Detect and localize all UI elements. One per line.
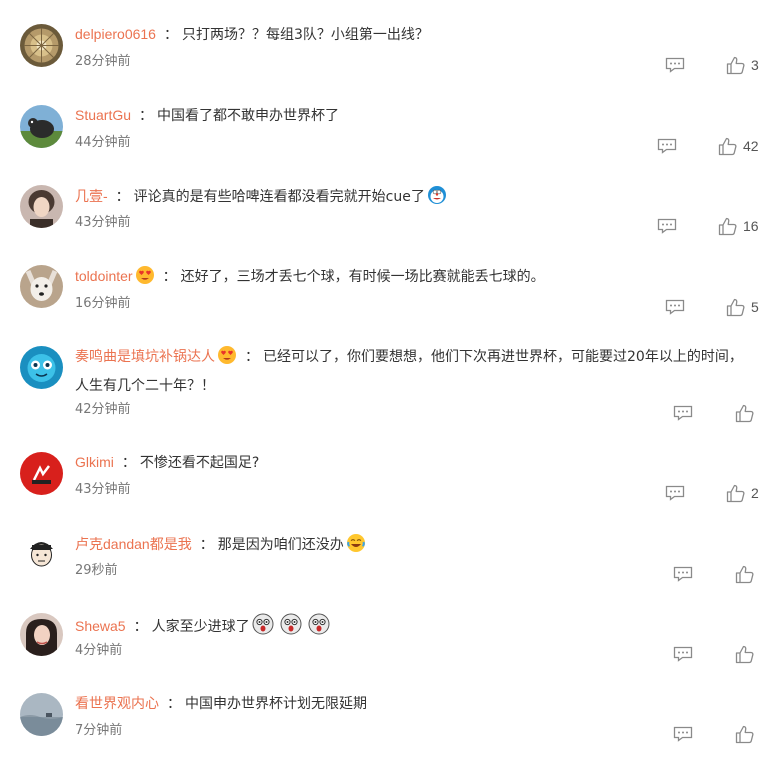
separator: ：	[115, 189, 130, 205]
timestamp: 43分钟前	[75, 215, 131, 230]
timestamp: 44分钟前	[75, 135, 131, 150]
timestamp: 29秒前	[75, 563, 118, 578]
thumbs-up-icon	[735, 725, 754, 743]
shocked-face-emoji	[308, 613, 330, 641]
username-link[interactable]: StuartGu	[75, 107, 131, 123]
like-button[interactable]	[735, 403, 754, 423]
timestamp: 4分钟前	[75, 643, 123, 658]
username-link[interactable]: 看世界观内心	[75, 695, 159, 711]
thumbs-up-icon	[726, 484, 745, 502]
timestamp: 42分钟前	[75, 402, 131, 417]
avatar[interactable]	[20, 693, 63, 736]
reply-icon[interactable]	[657, 138, 677, 154]
like-button[interactable]	[735, 564, 754, 584]
avatar[interactable]	[20, 452, 63, 495]
like-button[interactable]: 5	[726, 297, 759, 317]
thumbs-up-icon	[735, 645, 754, 663]
avatar[interactable]	[20, 185, 63, 228]
reply-icon[interactable]	[665, 57, 685, 73]
comment-item: Glkimi ：不惨还看不起国足? 43分钟前 2	[0, 428, 779, 508]
thumbs-up-icon	[735, 404, 754, 422]
reply-icon[interactable]	[665, 299, 685, 315]
like-count: 2	[751, 485, 759, 501]
like-count: 5	[751, 299, 759, 315]
like-button[interactable]: 42	[718, 136, 759, 156]
username-link[interactable]: toldointer	[75, 268, 133, 284]
reply-icon[interactable]	[673, 566, 693, 582]
like-count: 3	[751, 57, 759, 73]
comment-item: 几壹- ：评论真的是有些哈啤连看都没看完就开始cue了 43分钟前 16	[0, 161, 779, 241]
comment-text: 评论真的是有些哈啤连看都没看完就开始cue了	[133, 189, 425, 205]
timestamp: 7分钟前	[75, 723, 123, 738]
comment-item: 卢克dandan都是我 ：那是因为咱们还没办 29秒前	[0, 508, 779, 589]
comment-text: 那是因为咱们还没办	[217, 537, 344, 553]
username-link[interactable]: Glkimi	[75, 454, 114, 470]
comment-item: StuartGu ：中国看了都不敢申办世界杯了 44分钟前 42	[0, 80, 779, 161]
comment-text: 只打两场？？每组3队？小组第一出线？	[181, 27, 429, 43]
thumbs-up-icon	[726, 56, 745, 74]
separator: ：	[121, 455, 136, 471]
comment-item: toldointer ：还好了，三场才丢七个球，有时候一场比赛就能丢七球的。 1…	[0, 241, 779, 322]
like-button[interactable]	[735, 644, 754, 664]
reply-icon[interactable]	[673, 646, 693, 662]
comment-text: 中国申办世界杯计划无限延期	[185, 696, 367, 712]
like-button[interactable]: 3	[726, 55, 759, 75]
like-count: 42	[743, 138, 759, 154]
like-button[interactable]	[735, 724, 754, 744]
username-link[interactable]: 奏鸣曲是填坑补锅达人	[75, 348, 215, 364]
avatar[interactable]	[20, 613, 63, 656]
avatar[interactable]	[20, 265, 63, 308]
comment-text: 中国看了都不敢申办世界杯了	[157, 108, 340, 124]
timestamp: 28分钟前	[75, 54, 131, 69]
reply-icon[interactable]	[657, 218, 677, 234]
comment-item: 奏鸣曲是填坑补锅达人 ：已经可以了，你们要想想，他们下次再进世界杯，可能要过20…	[0, 322, 779, 428]
separator: ：	[245, 349, 259, 365]
username-link[interactable]: 卢克dandan都是我	[75, 536, 192, 552]
username-link[interactable]: delpiero0616	[75, 26, 156, 42]
timestamp: 16分钟前	[75, 296, 131, 311]
avatar[interactable]	[20, 105, 63, 148]
shocked-face-emoji	[280, 613, 302, 641]
separator: ：	[133, 619, 148, 635]
separator: ：	[162, 269, 177, 285]
thumbs-up-icon	[735, 565, 754, 583]
separator: ：	[139, 108, 154, 124]
separator: ：	[167, 696, 181, 712]
separator: ：	[199, 537, 214, 553]
comment-text: 还好了，三场才丢七个球，有时候一场比赛就能丢七球的。	[180, 269, 545, 285]
timestamp: 43分钟前	[75, 482, 131, 497]
comment-text: 人家至少进球了	[151, 619, 250, 635]
laugh-cry-emoji	[346, 533, 366, 559]
username-link[interactable]: Shewa5	[75, 618, 126, 634]
shocked-face-emoji	[252, 613, 274, 641]
comment-item: 看世界观内心 ：中国申办世界杯计划无限延期 7分钟前	[0, 669, 779, 758]
reply-icon[interactable]	[673, 405, 693, 421]
thumbs-up-icon	[718, 137, 737, 155]
reply-icon[interactable]	[665, 485, 685, 501]
avatar[interactable]	[20, 346, 63, 389]
like-button[interactable]: 16	[718, 216, 759, 236]
avatar[interactable]	[20, 533, 63, 576]
thumbs-up-icon	[726, 298, 745, 316]
heart-face-badge	[135, 265, 155, 291]
comment-item: delpiero0616 ：只打两场？？每组3队？小组第一出线？ 28分钟前 3	[0, 0, 779, 80]
like-count: 16	[743, 218, 759, 234]
separator: ：	[163, 27, 178, 43]
avatar[interactable]	[20, 24, 63, 67]
reply-icon[interactable]	[673, 726, 693, 742]
comment-text: 不惨还看不起国足?	[139, 455, 260, 471]
doraemon-emoji	[427, 185, 447, 211]
heart-face-badge	[217, 345, 237, 374]
comment-item: Shewa5 ：人家至少进球了 4分钟前	[0, 589, 779, 669]
username-link[interactable]: 几壹-	[75, 188, 108, 204]
thumbs-up-icon	[718, 217, 737, 235]
like-button[interactable]: 2	[726, 483, 759, 503]
